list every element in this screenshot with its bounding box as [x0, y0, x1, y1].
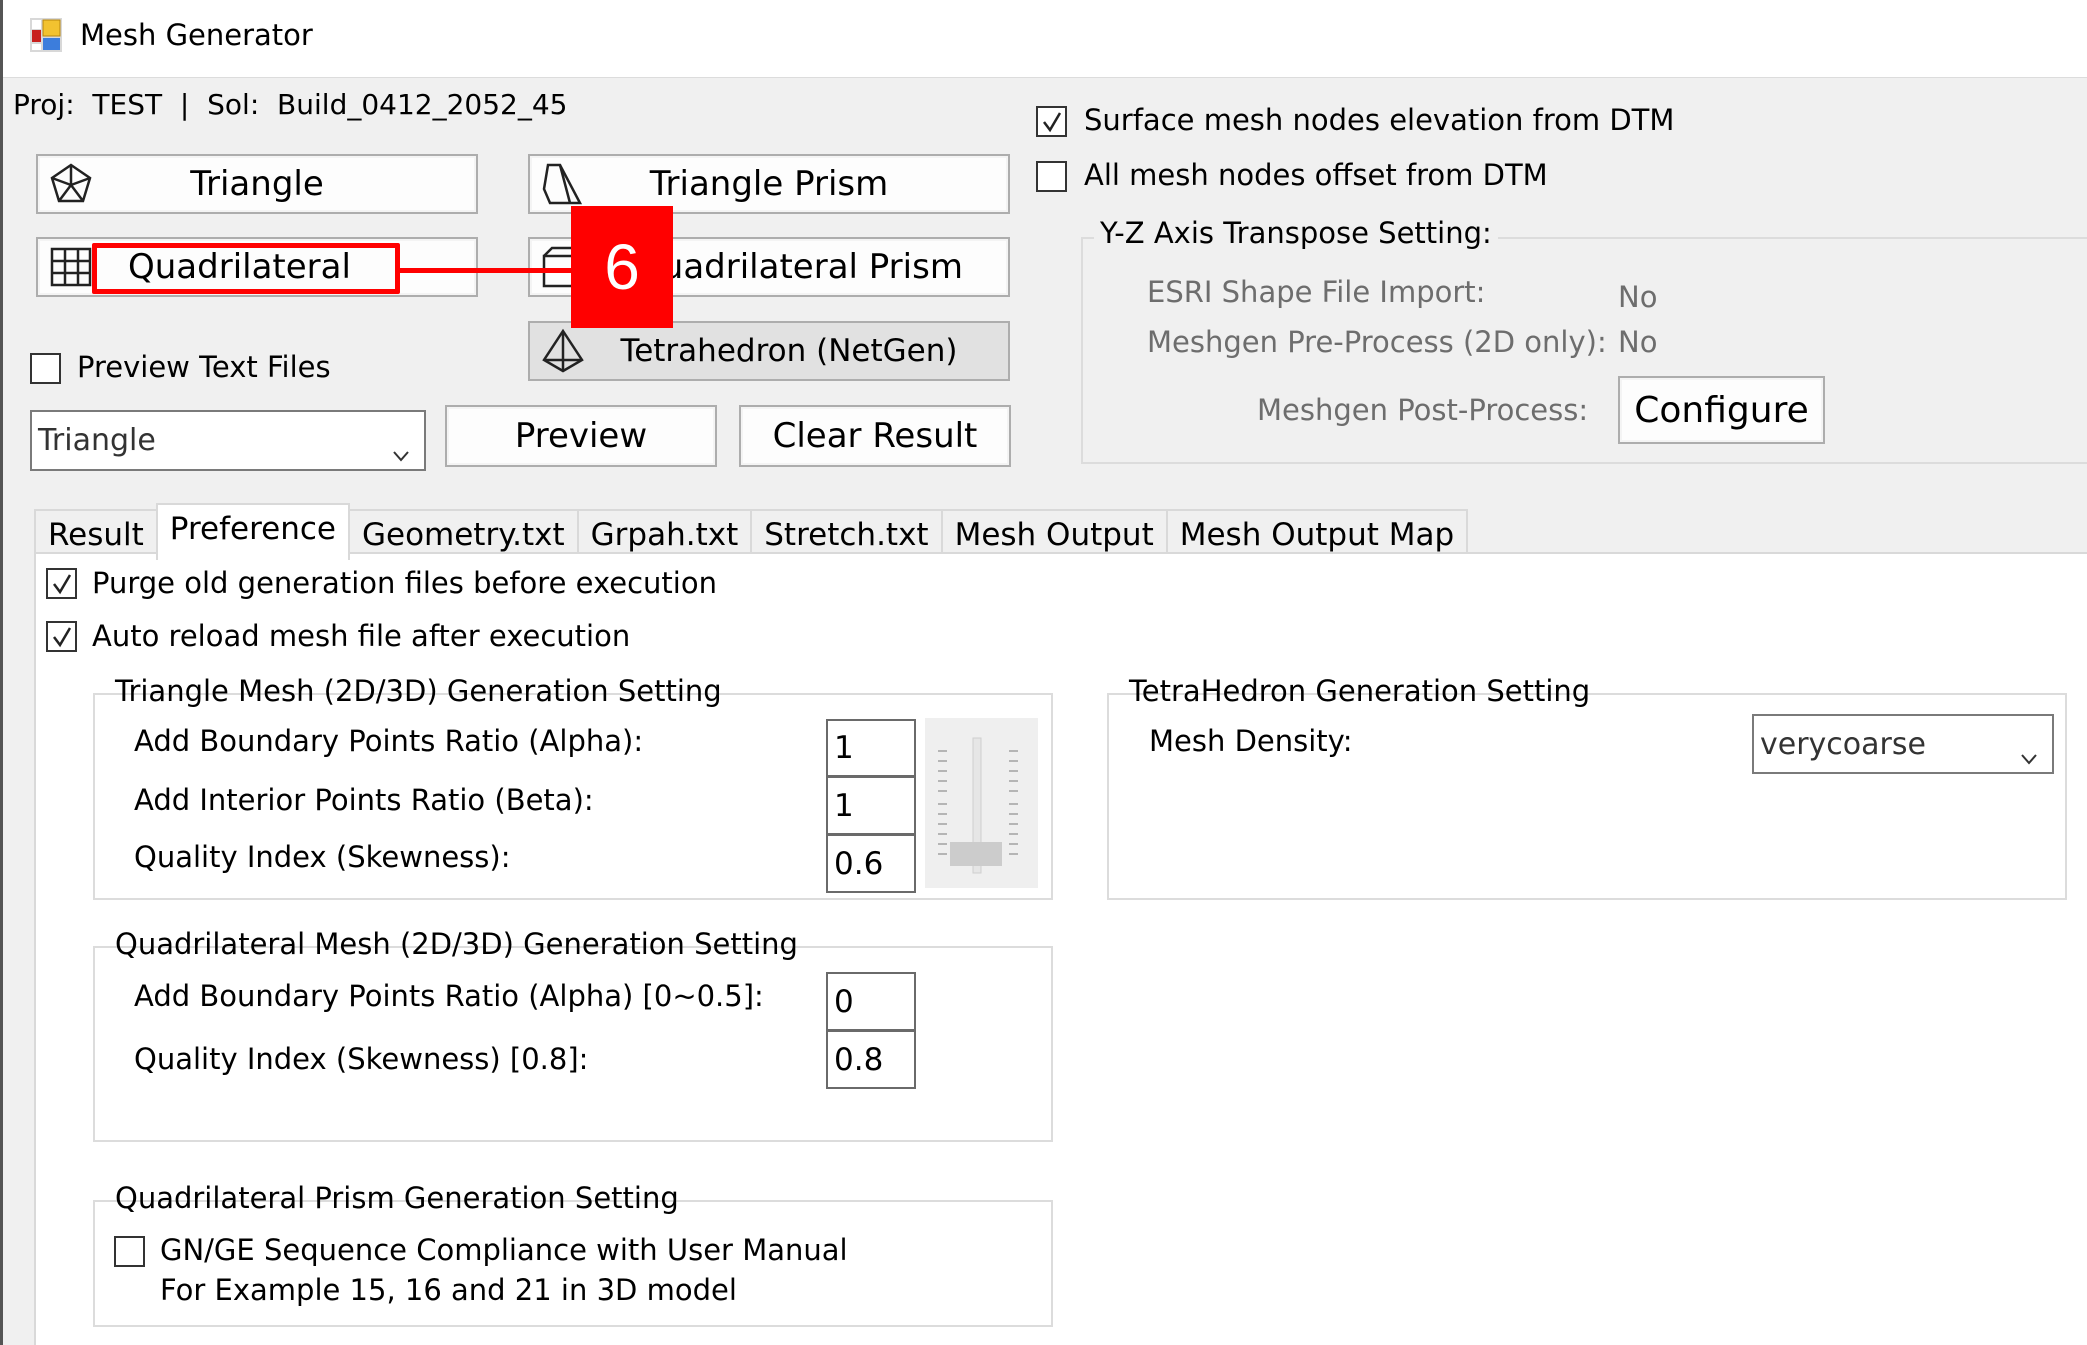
mesh-type-combo[interactable]: Triangle: [30, 410, 426, 471]
tab-bar: Result Preference Geometry.txt Grpah.txt…: [34, 503, 1469, 560]
quad-quality-label: Quality Index (Skewness) [0.8]:: [134, 1042, 589, 1076]
esri-import-value: No: [1618, 280, 1658, 314]
checkmark-icon: [53, 627, 72, 648]
mesh-density-label: Mesh Density:: [1149, 724, 1353, 758]
auto-reload-label: Auto reload mesh file after execution: [92, 619, 631, 653]
gnge-note: For Example 15, 16 and 21 in 3D model: [160, 1273, 737, 1307]
offset-from-dtm-label: All mesh nodes offset from DTM: [1084, 158, 1548, 192]
purge-files-label: Purge old generation files before execut…: [92, 566, 717, 600]
gnge-compliance-checkbox[interactable]: [114, 1236, 145, 1267]
chevron-down-icon: [392, 435, 410, 462]
app-icon: [30, 18, 62, 52]
preview-text-files-label: Preview Text Files: [77, 350, 331, 384]
offset-from-dtm-checkbox[interactable]: [1036, 161, 1067, 192]
purge-files-checkbox[interactable]: [46, 568, 77, 599]
quality-slider[interactable]: [925, 718, 1038, 888]
triangle-alpha-input[interactable]: 1: [826, 719, 916, 777]
preview-text-files-checkbox[interactable]: [30, 353, 61, 384]
quadrilateral-mesh-group-title: Quadrilateral Mesh (2D/3D) Generation Se…: [115, 927, 798, 961]
clear-result-button[interactable]: Clear Result: [739, 405, 1011, 467]
tetrahedron-group-title: TetraHedron Generation Setting: [1129, 674, 1591, 708]
pentagon-mesh-icon: [48, 161, 94, 207]
preview-button[interactable]: Preview: [445, 405, 717, 467]
checkmark-icon: [53, 574, 72, 595]
triangle-prism-button[interactable]: Triangle Prism: [528, 154, 1010, 214]
tab-result[interactable]: Result: [34, 509, 158, 558]
annotation-connector-line: [398, 268, 573, 273]
triangle-quality-label: Quality Index (Skewness):: [134, 840, 511, 874]
configure-button[interactable]: Configure: [1618, 376, 1825, 444]
checkmark-icon: [1043, 112, 1062, 133]
tab-preference[interactable]: Preference: [155, 503, 350, 560]
post-process-label: Meshgen Post-Process:: [1257, 393, 1589, 427]
configure-button-label: Configure: [1634, 389, 1809, 431]
mesh-density-combo[interactable]: verycoarse: [1752, 714, 2054, 774]
title-bar: [0, 0, 2087, 78]
esri-import-label: ESRI Shape File Import:: [1147, 275, 1486, 309]
chevron-down-icon: [2020, 738, 2038, 765]
triangle-prism-icon: [540, 161, 586, 207]
clear-result-button-label: Clear Result: [772, 416, 978, 456]
auto-reload-checkbox[interactable]: [46, 621, 77, 652]
mesh-density-value: verycoarse: [1760, 726, 1926, 762]
slider-thumb[interactable]: [950, 841, 1002, 866]
tab-mesh-output[interactable]: Mesh Output: [940, 509, 1168, 558]
tab-grpah-txt[interactable]: Grpah.txt: [576, 509, 753, 558]
gnge-compliance-label: GN/GE Sequence Compliance with User Manu…: [160, 1233, 848, 1267]
tetrahedron-button[interactable]: Tetrahedron (NetGen): [528, 321, 1010, 381]
window-title: Mesh Generator: [80, 18, 313, 52]
triangle-quality-input[interactable]: 0.6: [826, 834, 916, 893]
quad-quality-input[interactable]: 0.8: [826, 1030, 916, 1089]
preview-button-label: Preview: [514, 416, 648, 456]
surface-elevation-checkbox[interactable]: [1036, 106, 1067, 137]
window-edge: [0, 0, 3, 1345]
triangle-prism-button-label: Triangle Prism: [649, 164, 889, 204]
triangle-mesh-group-title: Triangle Mesh (2D/3D) Generation Setting: [115, 674, 722, 708]
project-solution-label: Proj: TEST | Sol: Build_0412_2052_45: [13, 88, 568, 121]
mesh-type-combo-value: Triangle: [38, 423, 156, 458]
pre-process-label: Meshgen Pre-Process (2D only):: [1147, 325, 1607, 359]
tetrahedron-button-label: Tetrahedron (NetGen): [620, 333, 958, 369]
triangle-button-label: Triangle: [190, 164, 324, 204]
annotation-step-badge: 6: [571, 206, 673, 328]
quadrilateral-prism-group-title: Quadrilateral Prism Generation Setting: [115, 1181, 679, 1215]
pre-process-value: No: [1618, 325, 1658, 359]
tab-mesh-output-map[interactable]: Mesh Output Map: [1165, 509, 1469, 558]
triangle-alpha-label: Add Boundary Points Ratio (Alpha):: [134, 724, 644, 758]
tab-stretch-txt[interactable]: Stretch.txt: [750, 509, 943, 558]
quad-alpha-label: Add Boundary Points Ratio (Alpha) [0~0.5…: [134, 979, 764, 1013]
quad-alpha-input[interactable]: 0: [826, 972, 916, 1031]
triangle-beta-label: Add Interior Points Ratio (Beta):: [134, 783, 594, 817]
grid-icon: [48, 244, 94, 290]
tab-geometry-txt[interactable]: Geometry.txt: [347, 509, 579, 558]
annotation-highlight-box: [92, 243, 400, 294]
triangle-button[interactable]: Triangle: [36, 154, 478, 214]
yz-axis-transpose-title: Y-Z Axis Transpose Setting:: [1094, 216, 1498, 250]
tetrahedron-icon: [540, 328, 586, 374]
surface-elevation-label: Surface mesh nodes elevation from DTM: [1084, 103, 1675, 137]
triangle-beta-input[interactable]: 1: [826, 776, 916, 835]
